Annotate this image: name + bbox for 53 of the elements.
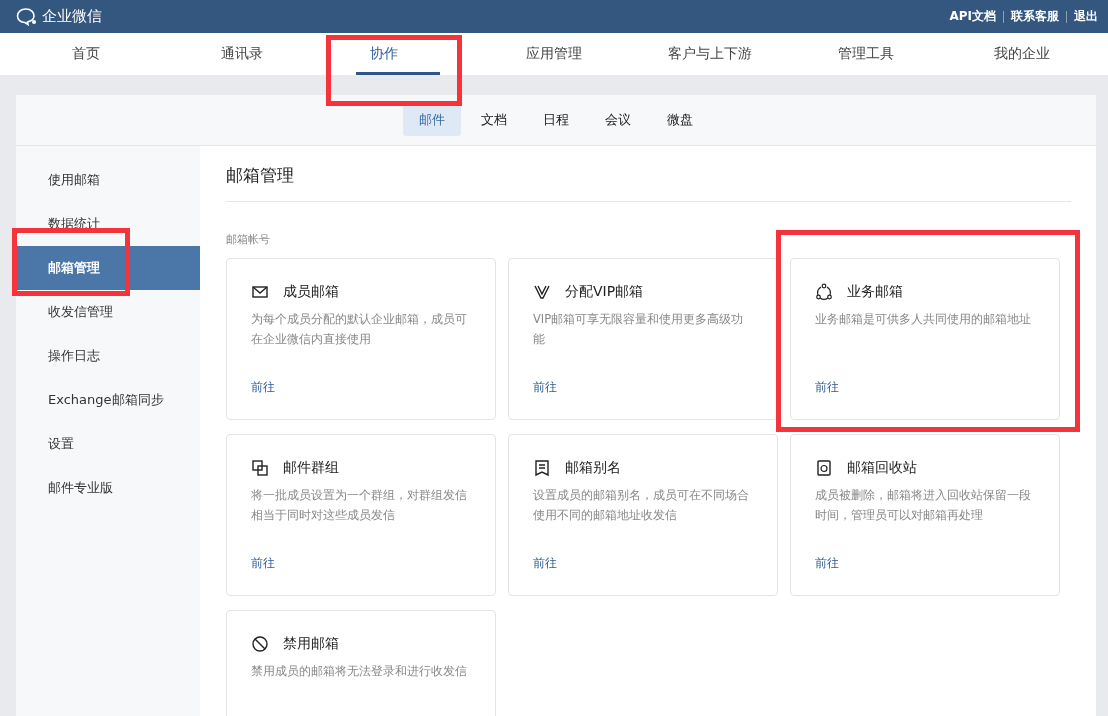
sub-tab[interactable]: 邮件	[403, 104, 461, 136]
nav-tab[interactable]: 管理工具	[788, 33, 944, 75]
sidebar-item[interactable]: 邮箱管理	[16, 246, 200, 290]
card-title: 邮箱别名	[565, 459, 621, 477]
card-title: 邮箱回收站	[847, 459, 917, 477]
section-label: 邮箱帐号	[226, 232, 271, 247]
sub-tab[interactable]: 会议	[589, 104, 647, 136]
nav-tab[interactable]: 我的企业	[944, 33, 1100, 75]
card-title: 业务邮箱	[847, 283, 903, 301]
sidebar-item[interactable]: 收发信管理	[16, 290, 200, 334]
sub-tab[interactable]: 微盘	[651, 104, 709, 136]
card-description: VIP邮箱可享无限容量和使用更多高级功能	[533, 311, 745, 348]
card-description: 设置成员的邮箱别名，成员可在不同场合使用不同的邮箱地址收发信	[533, 487, 750, 524]
header-link[interactable]: 联系客服	[1011, 8, 1059, 25]
recycle-icon	[815, 459, 833, 477]
go-link[interactable]: 前往	[533, 555, 557, 572]
alias-icon	[533, 459, 551, 477]
card-description: 为每个成员分配的默认企业邮箱，成员可在企业微信内直接使用	[251, 311, 468, 348]
share-icon	[815, 283, 833, 301]
go-link[interactable]: 前往	[533, 379, 557, 396]
card-description: 成员被删除，邮箱将进入回收站保留一段时间，管理员可以对邮箱再处理	[815, 487, 1032, 524]
sidebar-item[interactable]: Exchange邮箱同步	[16, 378, 200, 422]
page-title: 邮箱管理	[226, 146, 1071, 202]
go-link[interactable]: 前往	[815, 379, 839, 396]
sidebar-item[interactable]: 使用邮箱	[16, 158, 200, 202]
nav-tab[interactable]: 协作	[320, 33, 476, 75]
sidebar-item[interactable]: 设置	[16, 422, 200, 466]
sidebar-item[interactable]: 操作日志	[16, 334, 200, 378]
chat-bubble-icon	[16, 6, 38, 27]
vip-icon	[533, 283, 551, 301]
card-title: 成员邮箱	[283, 283, 339, 301]
nav-tab[interactable]: 应用管理	[476, 33, 632, 75]
product-name: 企业微信	[42, 7, 102, 26]
go-link[interactable]: 前往	[251, 379, 275, 396]
sub-tab[interactable]: 文档	[465, 104, 523, 136]
header-link[interactable]: 退出	[1074, 8, 1098, 25]
envelope-icon	[251, 283, 269, 301]
nav-tab[interactable]: 客户与上下游	[632, 33, 788, 75]
card-description: 业务邮箱是可供多人共同使用的邮箱地址	[815, 311, 1032, 328]
card-title: 禁用邮箱	[283, 635, 339, 653]
header-link[interactable]: API文档	[949, 8, 996, 25]
go-link[interactable]: 前往	[815, 555, 839, 572]
sidebar-item[interactable]: 邮件专业版	[16, 466, 200, 510]
nav-tab[interactable]: 通讯录	[164, 33, 320, 75]
card-description: 将一批成员设置为一个群组，对群组发信相当于同时对这些成员发信	[251, 487, 468, 524]
card-title: 分配VIP邮箱	[565, 283, 644, 301]
nav-tab[interactable]: 首页	[8, 33, 164, 75]
card-description: 禁用成员的邮箱将无法登录和进行收发信	[251, 663, 468, 680]
group-icon	[251, 459, 269, 477]
ban-icon	[251, 635, 269, 653]
sub-tab[interactable]: 日程	[527, 104, 585, 136]
card-title: 邮件群组	[283, 459, 339, 477]
go-link[interactable]: 前往	[251, 555, 275, 572]
